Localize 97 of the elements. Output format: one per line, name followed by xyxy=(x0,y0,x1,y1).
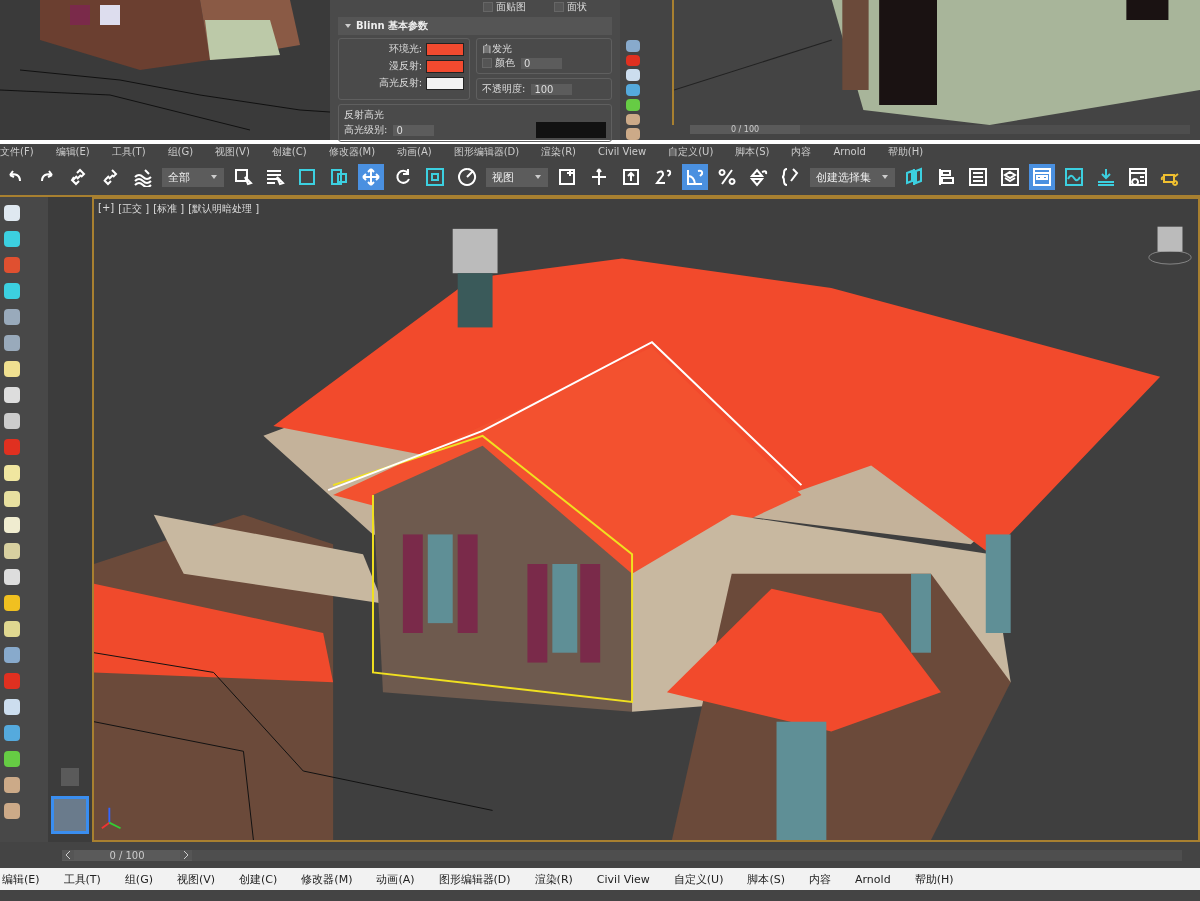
specular-level-label: 高光级别: xyxy=(344,123,388,137)
menu-item[interactable]: 视图(V) xyxy=(215,144,250,159)
move-icon xyxy=(361,167,381,187)
menu-item[interactable]: 渲染(R) xyxy=(541,144,576,159)
color-swatch[interactable] xyxy=(426,76,464,90)
time-slider-thumb[interactable]: 0 / 100 xyxy=(690,125,800,134)
list-icon xyxy=(968,167,988,187)
checkbox-label[interactable]: 颜色 xyxy=(482,56,515,70)
menu-item[interactable]: 工具(T) xyxy=(111,144,146,159)
color-label: 高光反射: xyxy=(378,76,422,90)
checkbox[interactable] xyxy=(482,58,492,68)
checkbox[interactable] xyxy=(483,2,493,12)
chevron-right-icon[interactable] xyxy=(180,850,192,860)
color-label: 环境光: xyxy=(388,42,422,56)
dropdown[interactable]: 全部 xyxy=(162,167,224,187)
ribbon-button[interactable] xyxy=(1029,164,1055,190)
highlight-graph xyxy=(536,122,606,138)
menu-item[interactable]: 内容 xyxy=(809,871,831,887)
curve-icon xyxy=(1064,167,1084,187)
menu-item[interactable]: 动画(A) xyxy=(376,871,415,887)
caret-icon xyxy=(210,172,218,181)
viewport-label[interactable]: [默认明暗处理 ] xyxy=(188,202,260,216)
group-title: 反射高光 xyxy=(344,108,385,122)
viewport-label[interactable]: [标准 ] xyxy=(153,202,185,216)
select-object-icon xyxy=(233,167,253,187)
menu-item[interactable]: 动画(A) xyxy=(397,144,432,159)
percent-icon xyxy=(717,167,737,187)
menu-item[interactable]: Arnold xyxy=(833,146,866,157)
caret-icon xyxy=(344,22,352,30)
menu-item[interactable]: Civil View xyxy=(598,146,647,157)
menu-item[interactable]: 渲染(R) xyxy=(534,871,573,887)
menu-item[interactable]: 修改器(M) xyxy=(301,871,353,887)
menu-item[interactable]: 文件(F) xyxy=(0,144,34,159)
spinner-icon xyxy=(749,167,769,187)
angle-snap-button[interactable] xyxy=(682,164,708,190)
braces-icon xyxy=(781,167,801,187)
menu-item[interactable]: 组(G) xyxy=(167,144,194,159)
viewport-label[interactable]: [正交 ] xyxy=(118,202,150,216)
color-label: 漫反射: xyxy=(388,59,422,73)
opacity-label: 不透明度: xyxy=(482,82,526,96)
time-slider-thumb[interactable]: 0 / 100 xyxy=(62,849,192,861)
menu-item[interactable]: 自定义(U) xyxy=(673,871,724,887)
menu-item[interactable]: 创建(C) xyxy=(239,871,278,887)
spinner-field[interactable]: 0 xyxy=(521,57,562,69)
wave-link-icon xyxy=(133,167,153,187)
rotate-icon xyxy=(393,167,413,187)
rectangle-selection-icon xyxy=(297,167,317,187)
dropdown[interactable]: 视图 xyxy=(486,167,548,187)
cross-arrows-icon xyxy=(589,167,609,187)
group-title: 自发光 xyxy=(482,42,513,56)
menu-item[interactable]: Civil View xyxy=(596,872,650,886)
checkbox-label[interactable]: 面贴图 xyxy=(483,0,526,14)
time-slider[interactable]: 0 / 100 xyxy=(62,849,1182,861)
up-arrow-icon xyxy=(621,167,641,187)
move-button[interactable] xyxy=(358,164,384,190)
menu-item[interactable]: 自定义(U) xyxy=(668,144,714,159)
download-icon xyxy=(1096,167,1116,187)
checkbox-label[interactable]: 面状 xyxy=(554,0,587,14)
menu-item[interactable]: 编辑(E) xyxy=(2,871,40,887)
chevron-left-icon[interactable] xyxy=(62,850,74,860)
time-slider[interactable]: 0 / 100 xyxy=(690,125,1190,134)
checkbox[interactable] xyxy=(554,2,564,12)
align-icon xyxy=(936,167,956,187)
menu-item[interactable]: 视图(V) xyxy=(176,871,216,887)
menu-item[interactable]: 编辑(E) xyxy=(55,144,90,159)
spinner-field[interactable]: 0 xyxy=(393,124,435,136)
viewport-label[interactable]: [+] xyxy=(98,202,115,216)
menu-item[interactable]: 工具(T) xyxy=(63,871,101,887)
menu-item[interactable]: 内容 xyxy=(791,144,812,159)
angle-snap-icon xyxy=(685,167,705,187)
dropdown[interactable]: 创建选择集 xyxy=(810,167,895,187)
menu-item[interactable]: Arnold xyxy=(855,872,891,886)
menu-item[interactable]: 组(G) xyxy=(124,871,153,887)
menu-item[interactable]: 修改器(M) xyxy=(328,144,376,159)
ribbon-icon xyxy=(1032,167,1052,187)
menu-item[interactable]: 帮助(H) xyxy=(914,871,954,887)
select-by-name-icon xyxy=(265,167,285,187)
menu-item[interactable]: 图形编辑器(D) xyxy=(438,871,511,887)
menu-item[interactable]: 脚本(S) xyxy=(747,871,785,887)
placement-icon xyxy=(457,167,477,187)
caret-icon xyxy=(534,172,542,181)
rollout-header[interactable]: Blinn 基本参数 xyxy=(338,17,612,35)
spinner-field[interactable]: 100 xyxy=(531,83,573,95)
menu-item[interactable]: 帮助(H) xyxy=(887,144,924,159)
snap-icon xyxy=(653,167,673,187)
menu-item[interactable]: 脚本(S) xyxy=(735,144,770,159)
color-swatch[interactable] xyxy=(426,42,464,56)
render-setup-icon xyxy=(1128,167,1148,187)
window-crossing-icon xyxy=(329,167,349,187)
pivot-icon xyxy=(557,167,577,187)
menu-item[interactable]: 图形编辑器(D) xyxy=(453,144,520,159)
mirror-icon xyxy=(904,167,924,187)
menu-item[interactable]: 创建(C) xyxy=(271,144,307,159)
layers-icon xyxy=(1000,167,1020,187)
caret-icon xyxy=(881,172,889,181)
color-swatch[interactable] xyxy=(426,59,464,73)
scale-icon xyxy=(425,167,445,187)
